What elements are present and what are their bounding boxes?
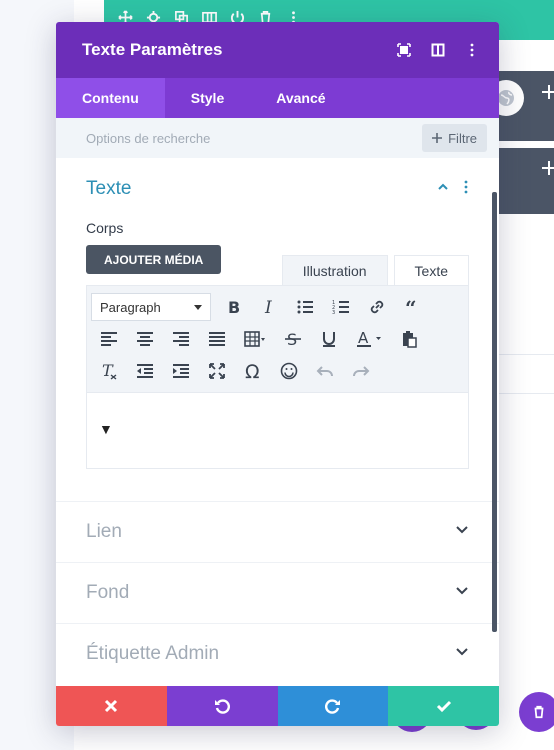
filter-button[interactable]: Filtre <box>422 124 487 152</box>
undo-icon[interactable] <box>307 355 343 387</box>
body-label: Corps <box>86 220 124 236</box>
text-color-icon[interactable]: A <box>347 323 391 355</box>
bold-icon[interactable]: B <box>215 291 251 323</box>
bullet-list-icon[interactable] <box>287 291 323 323</box>
svg-text:I: I <box>264 298 272 316</box>
section-label: Fond <box>86 582 130 603</box>
fullscreen-icon[interactable] <box>199 355 235 387</box>
link-icon[interactable] <box>359 291 395 323</box>
move-icon[interactable] <box>541 84 554 100</box>
emoji-icon[interactable] <box>271 355 307 387</box>
modal-title: Texte Paramètres <box>82 40 223 59</box>
tab-texte[interactable]: Texte <box>393 255 469 285</box>
module-content <box>494 214 554 354</box>
strikethrough-icon[interactable]: S <box>275 323 311 355</box>
italic-icon[interactable]: I <box>251 291 287 323</box>
fullscreen-icon[interactable] <box>387 35 421 65</box>
chevron-down-icon[interactable] <box>455 584 469 603</box>
section-texte-header[interactable]: Texte <box>86 158 469 220</box>
align-center-icon[interactable] <box>127 323 163 355</box>
tab-style[interactable]: Style <box>165 78 250 118</box>
clear-formatting-icon[interactable]: T <box>91 355 127 387</box>
align-left-icon[interactable] <box>91 323 127 355</box>
modal-tabs: Contenu Style Avancé <box>56 78 499 118</box>
more-icon[interactable] <box>455 35 489 65</box>
section-label: Étiquette Admin <box>86 643 220 664</box>
cursor-marker: ▼ <box>99 421 113 437</box>
numbered-list-icon[interactable]: 123 <box>323 291 359 323</box>
settings-modal: Texte Paramètres Contenu Style Avancé Op… <box>56 22 499 726</box>
cancel-button[interactable] <box>56 686 167 726</box>
caret-down-icon <box>194 304 202 310</box>
module-block <box>494 148 554 214</box>
omega-icon[interactable]: Ω <box>235 355 271 387</box>
search-bar: Options de recherche Filtre <box>56 118 499 158</box>
text-editor-area[interactable]: ▼ <box>86 393 469 469</box>
more-icon[interactable] <box>463 180 469 199</box>
underline-icon[interactable] <box>311 323 347 355</box>
chevron-down-icon[interactable] <box>455 523 469 542</box>
scrollbar[interactable] <box>492 192 497 632</box>
section-title: Texte <box>86 178 132 199</box>
filter-label: Filtre <box>448 130 477 146</box>
tab-illustration[interactable]: Illustration <box>281 255 388 285</box>
close-icon <box>105 699 118 713</box>
format-select-value: Paragraph <box>100 299 161 315</box>
editor-tabs: Illustration Texte <box>281 255 469 285</box>
align-justify-icon[interactable] <box>199 323 235 355</box>
section-lien[interactable]: Lien <box>56 501 499 562</box>
redo-icon[interactable] <box>343 355 379 387</box>
redo-icon <box>324 699 340 714</box>
align-right-icon[interactable] <box>163 323 199 355</box>
outdent-icon[interactable] <box>127 355 163 387</box>
svg-text:Ω: Ω <box>245 362 260 380</box>
chevron-up-icon[interactable] <box>437 180 449 198</box>
redo-button[interactable] <box>277 686 389 726</box>
quote-icon[interactable]: “ <box>395 291 431 323</box>
check-icon <box>436 700 451 713</box>
table-icon[interactable] <box>235 323 275 355</box>
editor-toolbar: Paragraph B I 123 “ S A T Ω <box>86 285 469 393</box>
svg-text:“: “ <box>405 298 417 316</box>
section-etiquette-admin[interactable]: Étiquette Admin <box>56 623 499 684</box>
svg-text:3: 3 <box>332 310 335 316</box>
tab-contenu[interactable]: Contenu <box>56 78 165 118</box>
modal-footer <box>56 686 499 726</box>
section-label: Lien <box>86 521 122 542</box>
paste-icon[interactable] <box>391 323 427 355</box>
modal-header: Texte Paramètres <box>56 22 499 78</box>
section-fond[interactable]: Fond <box>56 562 499 623</box>
move-icon[interactable] <box>541 160 554 176</box>
search-input[interactable]: Options de recherche <box>86 131 422 146</box>
tab-avance[interactable]: Avancé <box>250 78 351 118</box>
split-view-icon[interactable] <box>421 35 455 65</box>
module-content <box>494 354 554 394</box>
save-button[interactable] <box>388 686 499 726</box>
chevron-down-icon[interactable] <box>455 645 469 664</box>
trash-icon[interactable] <box>519 692 554 732</box>
undo-button[interactable] <box>166 686 278 726</box>
add-media-button[interactable]: AJOUTER MÉDIA <box>86 245 222 274</box>
indent-icon[interactable] <box>163 355 199 387</box>
undo-icon <box>215 699 231 714</box>
format-select[interactable]: Paragraph <box>91 293 211 321</box>
section-texte: Texte Corps AJOUTER MÉDIA Illustration T… <box>56 158 499 501</box>
plus-icon <box>432 133 443 143</box>
svg-text:A: A <box>358 330 369 347</box>
svg-text:B: B <box>228 298 240 316</box>
